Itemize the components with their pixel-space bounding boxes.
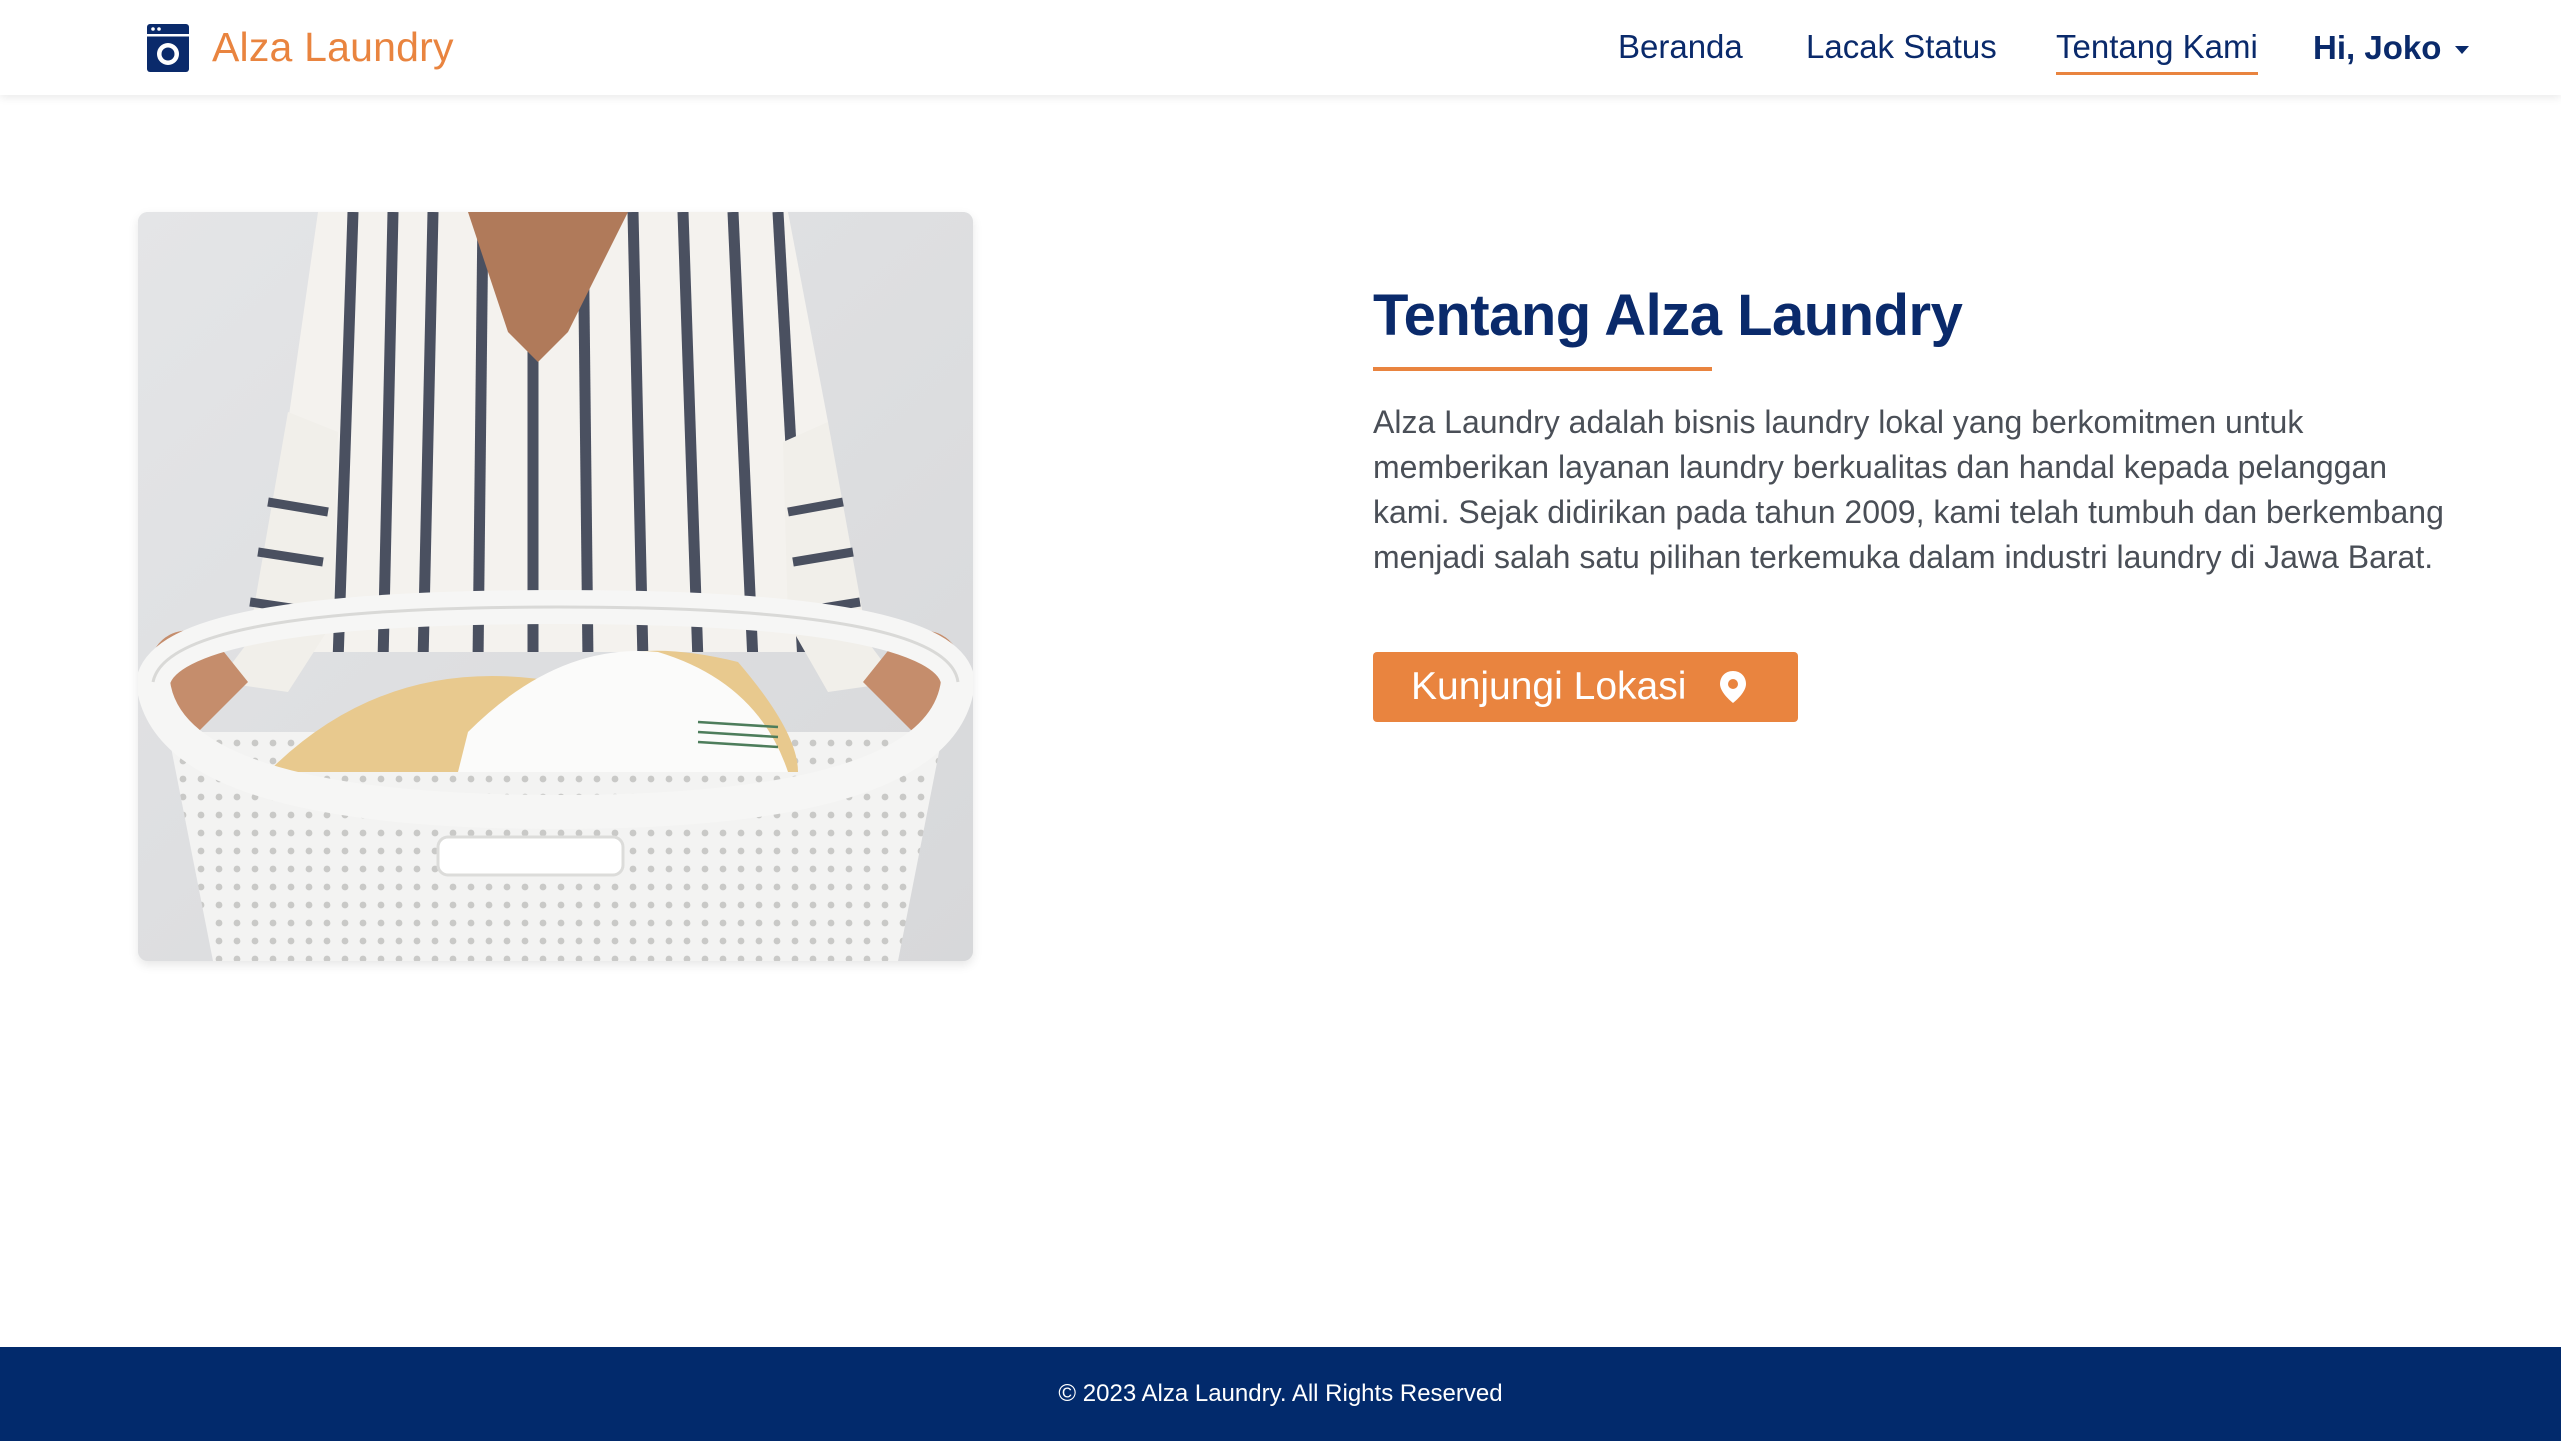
title-underline	[1373, 367, 1712, 371]
footer: © 2023 Alza Laundry. All Rights Reserved	[0, 1347, 2561, 1441]
footer-copyright: © 2023 Alza Laundry. All Rights Reserved	[1058, 1380, 1503, 1407]
visit-location-label: Kunjungi Lokasi	[1411, 665, 1687, 708]
brand-name: Alza Laundry	[212, 24, 454, 70]
user-greeting: Hi, Joko	[2313, 29, 2442, 66]
nav-beranda[interactable]: Beranda	[1618, 24, 1743, 72]
nav-lacak-status[interactable]: Lacak Status	[1806, 24, 1997, 72]
laundry-basket-photo	[138, 212, 973, 961]
caret-down-icon	[2455, 45, 2470, 54]
brand-link[interactable]: Alza Laundry	[146, 20, 454, 75]
navbar: Alza Laundry Beranda Lacak Status Tentan…	[0, 0, 2561, 95]
visit-location-button[interactable]: Kunjungi Lokasi	[1373, 652, 1798, 722]
washing-machine-icon	[147, 23, 189, 72]
about-description: Alza Laundry adalah bisnis laundry lokal…	[1373, 404, 2444, 575]
map-pin-icon	[1720, 671, 1747, 703]
nav-tentang-kami[interactable]: Tentang Kami	[2056, 24, 2258, 75]
user-menu-dropdown[interactable]: Hi, Joko	[2313, 24, 2470, 72]
about-title: Tentang Alza Laundry	[1373, 283, 1963, 348]
